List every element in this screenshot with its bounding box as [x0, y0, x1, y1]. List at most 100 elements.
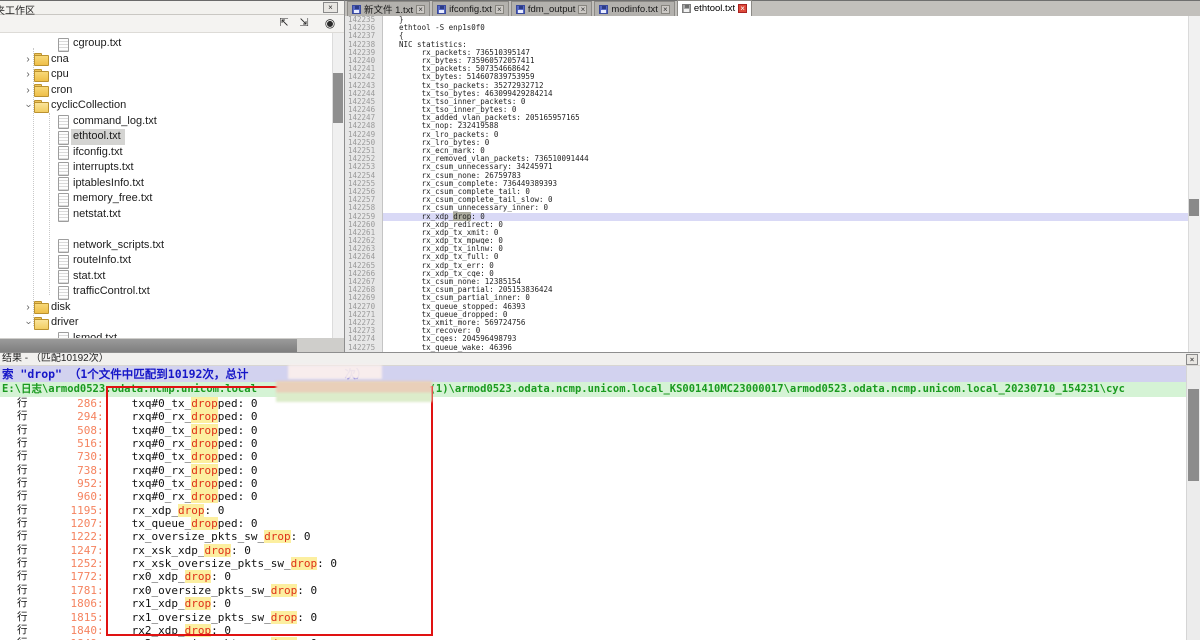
- result-row[interactable]: 行 1207: tx_queue_dropped: 0: [0, 517, 1186, 530]
- result-row[interactable]: 行 1247: rx_xsk_xdp_drop: 0: [0, 544, 1186, 557]
- tree-item[interactable]: › trafficControl.txt: [0, 284, 332, 300]
- tree-item-label: ifconfig.txt: [71, 145, 127, 161]
- results-vertical-scrollbar-thumb[interactable]: [1188, 389, 1199, 481]
- result-row[interactable]: 行 1195: rx_xdp_drop: 0: [0, 504, 1186, 517]
- row-label: 行: [17, 424, 31, 437]
- tree-item-label: cna: [49, 52, 73, 68]
- result-row[interactable]: 行 952: txq#0_tx_dropped: 0: [0, 477, 1186, 490]
- locate-file-icon[interactable]: ◉: [322, 16, 338, 31]
- result-row[interactable]: 行 508: txq#0_tx_dropped: 0: [0, 424, 1186, 437]
- result-row[interactable]: 行 1252: rx_xsk_oversize_pkts_sw_drop: 0: [0, 557, 1186, 570]
- editor-tab[interactable]: fdm_output ×: [511, 1, 593, 16]
- row-line-number: 294: [31, 410, 97, 423]
- row-line-number: 1252: [31, 557, 97, 570]
- row-line-number: 1207: [31, 517, 97, 530]
- row-label: 行: [17, 557, 31, 570]
- editor-vertical-scrollbar[interactable]: [1188, 16, 1200, 352]
- file-tree: › cgroup.txt › cna › cpu › cron › cyclic…: [0, 33, 332, 338]
- tree-item[interactable]: › network_scripts.txt: [0, 238, 332, 254]
- tab-label: 新文件 1.txt: [364, 2, 413, 16]
- result-row[interactable]: 行 286: txq#0_tx_dropped: 0: [0, 397, 1186, 410]
- tree-item[interactable]: › cyclicCollection: [0, 98, 332, 114]
- tree-item[interactable]: › lsmod.txt: [0, 331, 332, 339]
- result-row[interactable]: 行 516: rxq#0_rx_dropped: 0: [0, 437, 1186, 450]
- tree-item-icon: [34, 84, 49, 96]
- tree-item[interactable]: › cgroup.txt: [0, 36, 332, 52]
- editor-tab[interactable]: ifconfig.txt ×: [432, 1, 509, 16]
- match-highlight: drop: [291, 557, 318, 570]
- tree-item[interactable]: › command_log.txt: [0, 114, 332, 130]
- chevron-icon[interactable]: ›: [22, 83, 34, 99]
- match-highlight: drop: [191, 450, 218, 463]
- tab-label: ifconfig.txt: [449, 4, 492, 15]
- tree-item-label: memory_free.txt: [71, 191, 156, 207]
- editor-line: 142275 tx_queue_wake: 46396: [345, 344, 1188, 352]
- editor-tab[interactable]: modinfo.txt ×: [594, 1, 674, 16]
- result-row[interactable]: 行 1772: rx0_xdp_drop: 0: [0, 570, 1186, 583]
- result-row[interactable]: 行 294: rxq#0_rx_dropped: 0: [0, 410, 1186, 423]
- row-label: 行: [17, 410, 31, 423]
- chevron-icon[interactable]: ›: [22, 52, 34, 68]
- result-row[interactable]: 行 730: txq#0_tx_dropped: 0: [0, 450, 1186, 463]
- workspace-toolbar: ⇱ ⇲ ◉: [0, 15, 344, 33]
- tree-vertical-scrollbar-thumb[interactable]: [333, 73, 343, 123]
- results-file-path[interactable]: E:\日志\armod0523.odata.ncmp.unicom.locala…: [0, 382, 1186, 397]
- collapse-all-icon[interactable]: ⇲: [296, 16, 312, 31]
- result-row[interactable]: 行 1840: rx2_xdp_drop: 0: [0, 624, 1186, 637]
- tab-label: ethtool.txt: [694, 3, 735, 14]
- result-row[interactable]: 行 1815: rx1_oversize_pkts_sw_drop: 0: [0, 611, 1186, 624]
- tree-item-icon: [56, 131, 71, 143]
- workspace-close-icon[interactable]: ×: [323, 2, 338, 13]
- match-highlight: drop: [178, 504, 205, 517]
- results-close-icon[interactable]: ×: [1186, 354, 1198, 365]
- row-line-number: 1247: [31, 544, 97, 557]
- editor-vertical-scrollbar-thumb[interactable]: [1189, 199, 1199, 216]
- row-label: 行: [17, 477, 31, 490]
- tree-item[interactable]: › ifconfig.txt: [0, 145, 332, 161]
- editor-tab[interactable]: 新文件 1.txt ×: [347, 1, 430, 16]
- tree-item[interactable]: › netstat.txt: [0, 207, 332, 223]
- row-label: 行: [17, 597, 31, 610]
- chevron-icon[interactable]: ›: [22, 67, 34, 83]
- tree-horizontal-scrollbar-thumb[interactable]: [0, 339, 297, 352]
- tree-item-icon: [56, 115, 71, 127]
- tree-item[interactable]: › stat.txt: [0, 269, 332, 285]
- match-highlight: drop: [191, 397, 218, 410]
- tree-item[interactable]: › driver: [0, 315, 332, 331]
- match-highlight: drop: [191, 437, 218, 450]
- expand-all-icon[interactable]: ⇱: [276, 16, 292, 31]
- result-row[interactable]: 行 1806: rx1_xdp_drop: 0: [0, 597, 1186, 610]
- row-line-number: 1222: [31, 530, 97, 543]
- result-row[interactable]: 行 738: rxq#0_rx_dropped: 0: [0, 464, 1186, 477]
- row-line-number: 1815: [31, 611, 97, 624]
- tab-close-icon[interactable]: ×: [738, 4, 747, 13]
- tab-close-icon[interactable]: ×: [416, 5, 425, 14]
- tab-close-icon[interactable]: ×: [495, 5, 504, 14]
- tab-close-icon[interactable]: ×: [661, 5, 670, 14]
- tree-item[interactable]: › routeInfo.txt: [0, 253, 332, 269]
- tree-item[interactable]: › cron: [0, 83, 332, 99]
- result-row[interactable]: 行 1781: rx0_oversize_pkts_sw_drop: 0: [0, 584, 1186, 597]
- tree-item[interactable]: › iptablesInfo.txt: [0, 176, 332, 192]
- result-row[interactable]: 行 960: rxq#0_rx_dropped: 0: [0, 490, 1186, 503]
- tree-item[interactable]: › disk: [0, 300, 332, 316]
- tree-item[interactable]: › cpu: [0, 67, 332, 83]
- tree-item-icon: [34, 69, 49, 81]
- row-label: 行: [17, 544, 31, 557]
- match-highlight: drop: [191, 464, 218, 477]
- editor-code-area[interactable]: 142235 } 142236 ethtool -S enp1s0f0 1422…: [345, 16, 1188, 352]
- tab-close-icon[interactable]: ×: [578, 5, 587, 14]
- tree-item[interactable]: › ethtool.txt: [0, 129, 332, 145]
- row-label: 行: [17, 517, 31, 530]
- match-highlight: drop: [191, 490, 218, 503]
- row-line-number: 1772: [31, 570, 97, 583]
- result-row[interactable]: 行 1222: rx_oversize_pkts_sw_drop: 0: [0, 530, 1186, 543]
- editor-tab[interactable]: ethtool.txt ×: [677, 0, 752, 16]
- tree-item[interactable]: › cna: [0, 52, 332, 68]
- tab-label: fdm_output: [528, 4, 576, 15]
- row-line-number: 730: [31, 450, 97, 463]
- chevron-icon[interactable]: ›: [22, 300, 34, 316]
- tree-item[interactable]: › interrupts.txt: [0, 160, 332, 176]
- tree-item[interactable]: › memory_free.txt: [0, 191, 332, 207]
- tree-item-icon: [56, 177, 71, 189]
